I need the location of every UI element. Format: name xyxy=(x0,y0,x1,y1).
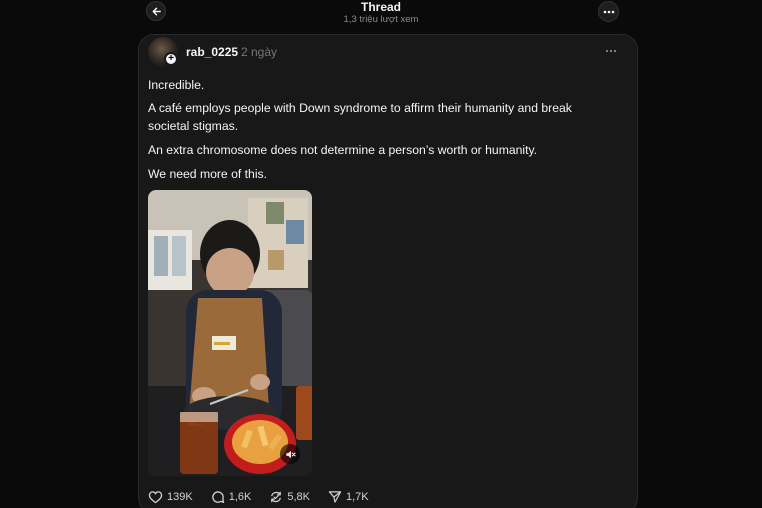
share-count: 1,7K xyxy=(345,491,369,503)
post-card: + rab_0225 2 ngày Incredible. A café emp… xyxy=(138,34,638,508)
post-text-1: Incredible. xyxy=(148,78,205,92)
username[interactable]: rab_0225 xyxy=(186,45,238,59)
page-title: Thread xyxy=(360,0,401,14)
top-bar: Thread 1,3 triệu lượt xem xyxy=(0,0,762,34)
heart-icon xyxy=(148,491,163,504)
post-text-2: A café employs people with Down syndrome… xyxy=(148,101,572,133)
more-icon xyxy=(603,10,614,13)
post-text-4: We need more of this. xyxy=(148,167,268,181)
post-video[interactable] xyxy=(148,190,312,476)
comment-icon xyxy=(211,491,224,503)
share-icon xyxy=(328,491,342,503)
repost-icon xyxy=(271,491,282,503)
reply-count: 1,6K xyxy=(228,491,252,503)
reply-button[interactable]: 1,6K xyxy=(211,490,252,504)
like-button[interactable]: 139K xyxy=(148,490,193,504)
repost-button[interactable]: 5,8K xyxy=(269,490,310,504)
post-text-3: An extra chromosome does not determine a… xyxy=(148,143,538,157)
post-more-button[interactable] xyxy=(601,43,621,59)
follow-button[interactable]: + xyxy=(164,52,178,66)
post-time[interactable]: 2 ngày xyxy=(241,45,277,59)
mute-icon xyxy=(285,450,296,458)
repost-count: 5,8K xyxy=(287,491,310,503)
action-bar: 139K 1,6K 5,8K 1,7K xyxy=(148,488,387,506)
share-button[interactable]: 1,7K xyxy=(328,490,369,504)
more-icon xyxy=(605,49,617,53)
thread-more-button[interactable] xyxy=(598,1,619,22)
view-count: 1,3 triệu lượt xem xyxy=(343,14,419,25)
plus-icon: + xyxy=(168,53,174,64)
mute-button[interactable] xyxy=(280,444,300,464)
video-frame xyxy=(148,190,312,476)
like-count: 139K xyxy=(167,491,193,503)
